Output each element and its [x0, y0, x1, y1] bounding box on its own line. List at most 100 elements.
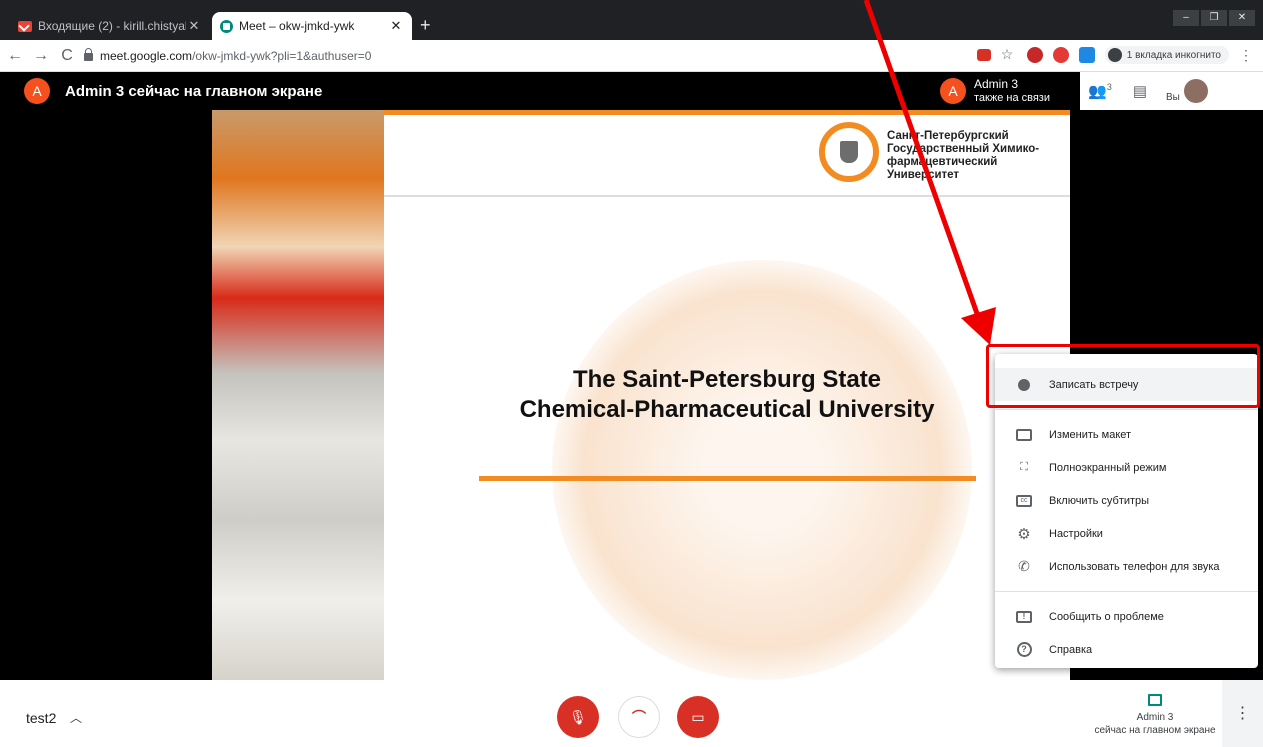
feedback-icon: !: [1015, 608, 1033, 626]
browser-toolbar: ← → C meet.google.com/okw-jmkd-ywk?pli=1…: [0, 40, 1263, 72]
hang-up-button[interactable]: ⌒: [618, 696, 660, 738]
minimize-button[interactable]: –: [1173, 10, 1199, 26]
presenter-title: Admin 3 сейчас на главном экране: [65, 82, 323, 100]
presenter-avatar: A: [24, 78, 50, 104]
fullscreen-icon: ⛶: [1020, 461, 1028, 473]
participants-count: 3: [1106, 82, 1112, 92]
tab-meet[interactable]: Meet – okw-jmkd-ywk ✕: [212, 12, 412, 40]
participant-name: Admin 3: [974, 77, 1019, 91]
url-host: meet.google.com: [100, 48, 193, 63]
chat-icon[interactable]: ▤: [1120, 82, 1160, 100]
close-icon[interactable]: ✕: [388, 18, 404, 34]
meet-icon: [220, 19, 233, 33]
menu-item-report-problem[interactable]: ! Сообщить о проблеме: [995, 600, 1258, 633]
microphone-toggle-button[interactable]: 🎙: [557, 696, 599, 738]
camera-off-icon: ▭: [691, 708, 705, 725]
incognito-icon: [1107, 48, 1122, 62]
window-controls: – ❐ ✕: [1171, 10, 1255, 26]
university-logo-text: Санкт-Петербургский Государственный Хими…: [887, 130, 1057, 182]
logo-line: Государственный Химико-: [887, 143, 1040, 155]
menu-item-label: Полноэкранный режим: [1049, 461, 1167, 474]
address-bar[interactable]: meet.google.com/okw-jmkd-ywk?pli=1&authu…: [84, 48, 372, 63]
translate-icon[interactable]: [976, 49, 991, 61]
menu-divider: [995, 409, 1258, 410]
university-logo-icon: [819, 122, 879, 182]
slide-title-line: Chemical-Pharmaceutical University: [519, 396, 935, 423]
present-name: Admin 3: [1136, 712, 1174, 723]
self-avatar[interactable]: [1183, 79, 1208, 103]
browser-menu-icon[interactable]: ⋮: [1239, 47, 1253, 64]
captions-icon: cc: [1015, 492, 1033, 510]
meeting-name[interactable]: test2: [26, 710, 56, 726]
participant-status: также на связи: [974, 92, 1050, 104]
close-icon[interactable]: ✕: [186, 18, 202, 34]
tab-gmail[interactable]: Входящие (2) - kirill.chistyakov@ ✕: [10, 12, 210, 40]
participants-button[interactable]: 👥3: [1080, 82, 1120, 100]
menu-divider: [995, 591, 1258, 592]
present-now-status[interactable]: Admin 3 сейчас на главном экране: [1090, 694, 1220, 737]
menu-item-label: Настройки: [1049, 527, 1103, 540]
star-icon[interactable]: ☆: [1001, 47, 1017, 63]
url-path: /okw-jmkd-ywk?pli=1&authuser=0: [192, 48, 372, 63]
top-right-controls: 👥3 ▤ Вы: [1080, 72, 1263, 110]
people-icon: 👥: [1088, 83, 1107, 100]
menu-item-layout[interactable]: Изменить макет: [995, 418, 1258, 451]
incognito-label: 1 вкладка инкогнито: [1126, 49, 1221, 61]
menu-item-label: Сообщить о проблеме: [1049, 610, 1164, 623]
slide-title-line: The Saint-Petersburg State: [572, 366, 882, 393]
maximize-button[interactable]: ❐: [1201, 10, 1227, 26]
chevron-up-icon[interactable]: ︿: [70, 709, 82, 726]
tab-title: Входящие (2) - kirill.chistyakov@: [38, 19, 186, 33]
mic-off-icon: 🎙: [569, 708, 587, 725]
menu-item-settings[interactable]: ⚙ Настройки: [995, 517, 1258, 550]
more-options-button[interactable]: ⋮: [1222, 680, 1263, 747]
logo-watermark: [552, 260, 972, 680]
slide-orange-rule: [479, 476, 976, 481]
camera-toggle-button[interactable]: ▭: [677, 696, 719, 738]
logo-line: Санкт-Петербургский: [887, 130, 1009, 142]
present-screen-icon: [1148, 694, 1162, 706]
new-tab-button[interactable]: +: [420, 15, 431, 36]
close-window-button[interactable]: ✕: [1229, 10, 1255, 26]
participant-info: Admin 3 также на связи: [974, 77, 1050, 105]
also-on-call: A Admin 3 также на связи: [940, 72, 1050, 110]
hang-up-icon: ⌒: [632, 709, 646, 725]
menu-item-captions[interactable]: cc Включить субтитры: [995, 484, 1258, 517]
menu-item-record[interactable]: Записать встречу: [995, 368, 1258, 401]
menu-item-label: Записать встречу: [1049, 378, 1139, 391]
tab-title: Meet – okw-jmkd-ywk: [239, 19, 355, 33]
back-icon[interactable]: ←: [4, 47, 26, 65]
phone-icon: ✆: [1018, 558, 1030, 574]
participant-avatar: A: [940, 78, 966, 104]
logo-line: фармацевтический: [887, 156, 998, 168]
menu-item-help[interactable]: ? Справка: [995, 633, 1258, 666]
reload-icon[interactable]: C: [56, 47, 78, 65]
menu-item-label: Включить субтитры: [1049, 494, 1150, 507]
pills-photo: [212, 110, 384, 680]
meeting-controls-bar: test2 ︿ 🎙 ⌒ ▭ Admin 3 сейчас на главном …: [0, 680, 1263, 747]
lock-icon: [84, 48, 93, 61]
forward-icon[interactable]: →: [30, 47, 52, 65]
present-status-text: сейчас на главном экране: [1094, 725, 1216, 736]
adblock-icon[interactable]: [1026, 47, 1043, 63]
menu-item-phone-audio[interactable]: ✆ Использовать телефон для звука: [995, 550, 1258, 583]
incognito-badge[interactable]: 1 вкладка инкогнито: [1104, 46, 1229, 64]
menu-item-label: Справка: [1049, 643, 1093, 656]
gear-icon: ⚙: [1017, 525, 1031, 543]
menu-item-label: Изменить макет: [1049, 428, 1132, 441]
help-icon: ?: [1015, 641, 1033, 659]
extensions-area: ☆ 1 вкладка инкогнито ⋮: [967, 46, 1253, 64]
layout-icon: [1015, 426, 1033, 444]
menu-item-fullscreen[interactable]: ⛶ Полноэкранный режим: [995, 451, 1258, 484]
presenter-bar: A Admin 3 сейчас на главном экране: [0, 72, 1263, 110]
browser-tab-strip: Входящие (2) - kirill.chistyakov@ ✕ Meet…: [0, 0, 1263, 40]
opera-icon[interactable]: [1052, 47, 1069, 63]
record-icon: [1015, 376, 1033, 394]
gmail-icon: [18, 20, 32, 32]
slide-title: The Saint-Petersburg State Chemical-Phar…: [384, 365, 1070, 425]
presentation-slide: Санкт-Петербургский Государственный Хими…: [212, 110, 1070, 680]
extension-icon[interactable]: [1078, 47, 1095, 63]
more-options-menu: Записать встречу Изменить макет ⛶ Полноэ…: [995, 354, 1258, 668]
logo-line: Университет: [887, 169, 960, 181]
menu-item-label: Использовать телефон для звука: [1049, 560, 1220, 573]
